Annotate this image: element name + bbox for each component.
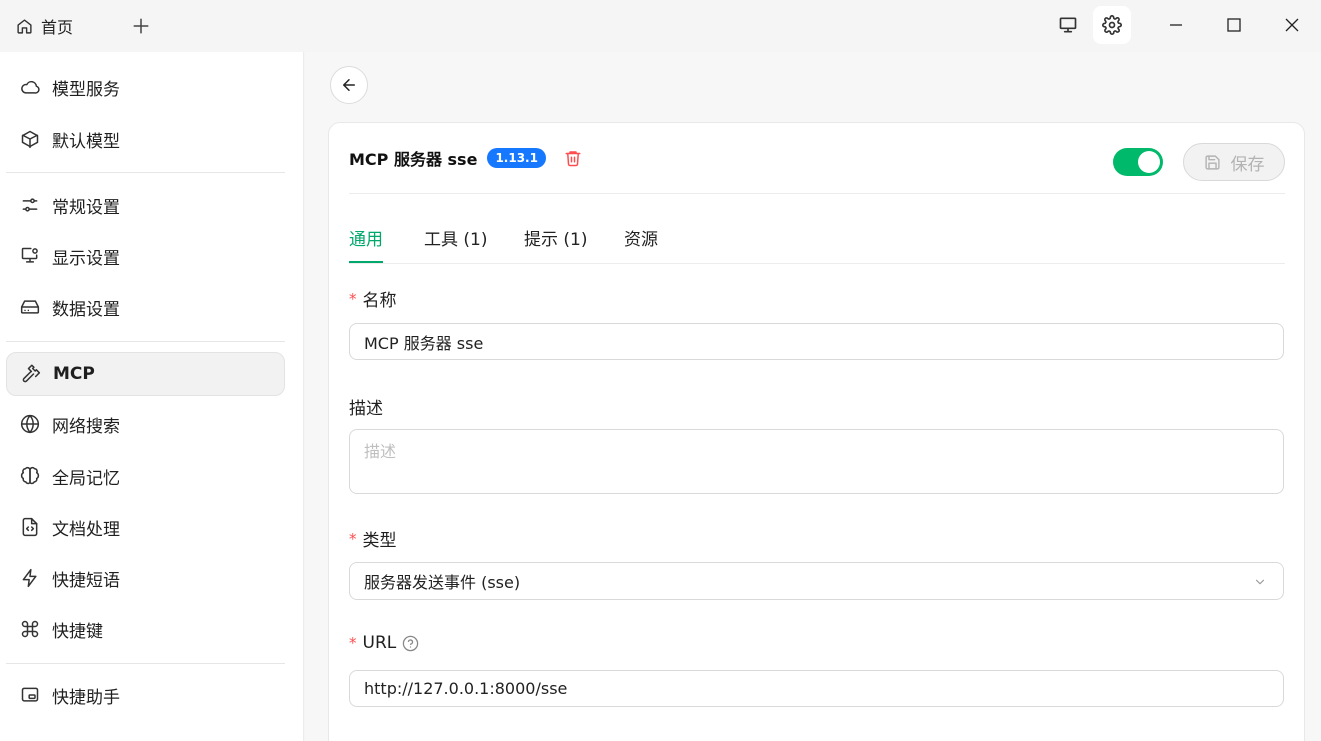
maximize-icon [1227,18,1241,32]
required-mark: * [349,289,357,308]
sidebar-item-global-memory[interactable]: 全局记忆 [6,454,285,498]
main-panel: MCP 服务器 sse 1.13.1 保存 通用 工具 (1) 提示 (1) 资… [305,52,1321,741]
url-label-text: URL [362,633,397,653]
version-badge: 1.13.1 [487,148,546,168]
close-icon [1285,18,1299,32]
type-label: * 类型 [349,526,397,552]
back-button[interactable] [330,66,368,104]
server-settings-card: MCP 服务器 sse 1.13.1 保存 通用 工具 (1) 提示 (1) 资… [328,122,1305,741]
help-circle-icon[interactable] [402,635,419,652]
sidebar-item-label: 默认模型 [52,131,120,152]
sidebar-item-model-service[interactable]: 模型服务 [6,65,285,109]
gear-icon [1102,15,1122,35]
hard-drive-icon [20,300,40,314]
minimize-button[interactable] [1147,0,1205,50]
sliders-icon [22,198,38,212]
card-header: MCP 服务器 sse 1.13.1 保存 [349,123,1285,194]
cube-icon [21,130,39,149]
mini-window-button[interactable] [1049,6,1087,44]
type-select-value: 服务器发送事件 (sse) [364,573,521,592]
settings-button[interactable] [1093,6,1131,44]
sidebar-item-quick-assistant[interactable]: 快捷助手 [6,673,285,717]
name-label-text: 名称 [362,291,397,311]
sidebar-item-general[interactable]: 常规设置 [6,183,285,227]
sidebar-item-web-search[interactable]: 网络搜索 [6,402,285,446]
server-enabled-toggle[interactable] [1113,148,1163,176]
url-input[interactable]: http://127.0.0.1:8000/sse [349,670,1284,707]
required-mark: * [349,529,357,548]
trash-icon [565,151,581,167]
sidebar-item-data[interactable]: 数据设置 [6,285,285,329]
sidebar-item-label: 数据设置 [52,299,120,320]
name-input[interactable]: MCP 服务器 sse [349,323,1284,360]
server-tabs: 通用 工具 (1) 提示 (1) 资源 [349,195,1285,264]
chevron-down-icon [1255,579,1265,585]
name-label: * 名称 [349,286,397,312]
server-title: MCP 服务器 sse [349,150,478,169]
sidebar-item-label: MCP [53,364,95,384]
sidebar-divider [6,341,285,342]
window-controls [1049,0,1321,50]
save-icon [1204,154,1220,170]
sidebar-item-shortcuts[interactable]: 快捷键 [6,607,285,651]
tab-general[interactable]: 通用 [349,225,383,263]
file-code-icon [22,517,38,537]
monitor-icon [1059,17,1077,33]
sidebar-item-label: 快捷短语 [52,570,120,591]
monitor-settings-icon [21,247,38,263]
sidebar-item-mcp[interactable]: MCP [6,352,285,396]
sidebar-item-document-processing[interactable]: 文档处理 [6,505,285,549]
description-label: 描述 [349,394,383,419]
toggle-knob [1138,151,1160,173]
sidebar-item-label: 常规设置 [52,197,120,218]
close-button[interactable] [1263,0,1321,50]
description-label-text: 描述 [349,399,383,419]
type-select[interactable]: 服务器发送事件 (sse) [349,562,1284,600]
save-button[interactable]: 保存 [1183,143,1285,181]
home-tab[interactable]: 首页 [16,0,73,52]
sidebar-item-label: 显示设置 [52,248,120,269]
hammer-icon [22,364,41,383]
sidebar-divider [6,663,285,664]
brain-icon [20,466,40,485]
settings-sidebar: 模型服务 默认模型 常规设置 显示设置 数据设置 MCP 网络搜索 全局记忆 文… [0,52,304,741]
delete-server-button[interactable] [564,149,582,167]
app-window-icon [21,687,39,702]
minimize-icon [1170,24,1182,26]
home-tab-label: 首页 [41,18,74,37]
arrow-left-icon [343,79,355,91]
sidebar-item-label: 快捷助手 [52,687,120,708]
title-bar: 首页 [0,0,1321,52]
tab-prompts[interactable]: 提示 (1) [524,225,587,263]
sidebar-item-label: 模型服务 [52,79,120,100]
type-label-text: 类型 [362,531,397,551]
sidebar-item-quick-phrases[interactable]: 快捷短语 [6,556,285,600]
home-icon [17,18,32,34]
sidebar-item-label: 网络搜索 [52,416,120,437]
save-label: 保存 [1230,154,1265,175]
description-textarea[interactable]: 描述 [349,429,1284,494]
tab-resources[interactable]: 资源 [624,225,658,263]
plus-icon [133,18,149,34]
new-tab-button[interactable] [131,16,151,36]
sidebar-item-label: 文档处理 [52,519,120,540]
globe-icon [20,414,40,434]
tab-tools[interactable]: 工具 (1) [424,225,487,263]
zap-icon [22,568,37,588]
maximize-button[interactable] [1205,0,1263,50]
required-mark: * [349,634,357,652]
command-icon [21,620,39,638]
cloud-icon [21,80,40,94]
sidebar-divider [6,172,285,173]
sidebar-item-label: 全局记忆 [52,468,120,489]
sidebar-item-label: 快捷键 [52,621,103,642]
url-label: * URL [349,633,419,653]
sidebar-item-display[interactable]: 显示设置 [6,234,285,278]
sidebar-item-default-model[interactable]: 默认模型 [6,117,285,161]
